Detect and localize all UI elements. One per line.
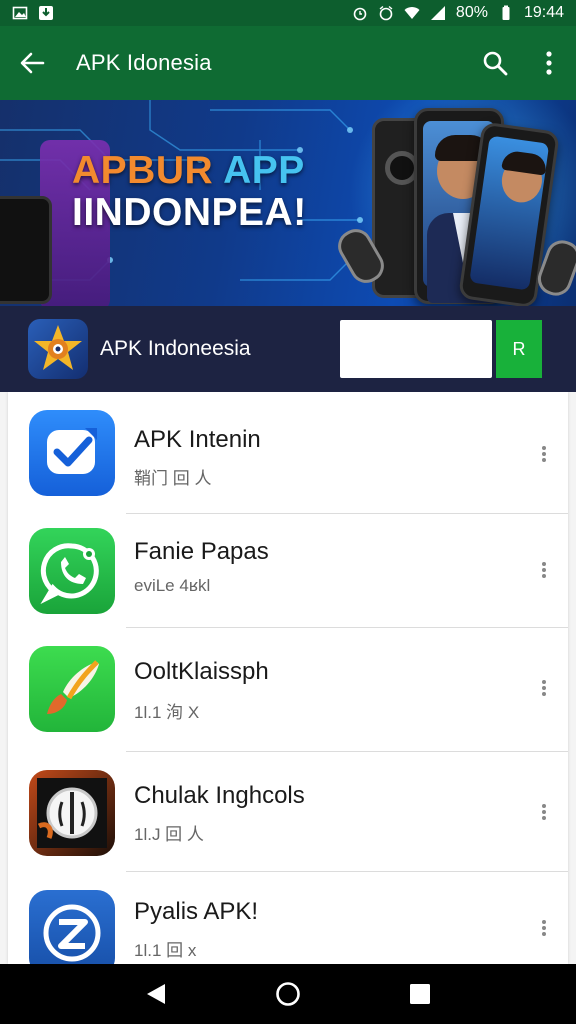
app-title: APK Idonesia (76, 50, 212, 75)
headline-line-1: APBUR APP (72, 150, 307, 192)
list-item[interactable]: Pyalis APK! 1l.1 回 x (8, 872, 568, 964)
app-bar: APK Idonesia (0, 26, 576, 100)
more-vert-icon (542, 562, 546, 578)
more-vert-icon (546, 51, 552, 75)
search-button[interactable] (468, 26, 522, 100)
alarm-icon (378, 5, 394, 21)
list-item[interactable]: Chulak Inghcols 1l.J 回 人 (8, 752, 568, 872)
app-name: APK Intenin (134, 426, 261, 453)
nav-back-button[interactable] (126, 964, 186, 1024)
banner-headline: APBUR APP IINDONPEA! (72, 150, 307, 234)
search-icon (483, 51, 508, 76)
signal-icon (430, 5, 446, 21)
brush-glyph (47, 660, 99, 714)
screen: 80% 19:44 APK Idonesia APBUR APP IINDONP… (0, 0, 576, 1024)
chat-phone-glyph (40, 543, 99, 604)
install-button[interactable]: R (496, 320, 542, 378)
item-more-button[interactable] (532, 668, 556, 708)
back-triangle-icon (147, 984, 165, 1004)
list-item[interactable]: Fanie Papas eviLe 4ʁkl (8, 514, 568, 628)
headline-word-1: APBUR (72, 149, 214, 192)
check-bubble-icon (29, 410, 115, 496)
clock: 19:44 (523, 4, 564, 21)
app-name: Chulak Inghcols (134, 782, 305, 809)
app-name: OoltKlaissph (134, 658, 269, 685)
home-circle-icon (276, 982, 300, 1006)
nav-recents-button[interactable] (390, 964, 450, 1024)
back-arrow-icon (20, 52, 45, 74)
brush-icon (29, 646, 115, 732)
target-icon (29, 770, 115, 856)
featured-input[interactable] (340, 320, 492, 378)
item-more-button[interactable] (532, 550, 556, 590)
battery-percent: 80% (455, 4, 488, 21)
item-more-button[interactable] (532, 792, 556, 832)
app-list: APK Intenin 鞘门 回 人 Fanie Papas eviLe 4ʁk… (0, 392, 576, 964)
wifi-icon (404, 5, 420, 21)
featured-app-strip: APK Indoneesia R (0, 306, 576, 392)
nav-home-button[interactable] (258, 964, 318, 1024)
featured-app-name: APK Indoneesia (100, 337, 251, 360)
app-subtitle: 1l.J 回 人 (134, 825, 204, 844)
headline-line-2: IINDONPEA! (72, 191, 307, 234)
status-right: 80% 19:44 (352, 4, 564, 22)
more-vert-icon (542, 680, 546, 696)
more-vert-icon (542, 446, 546, 462)
app-subtitle: eviLe 4ʁkl (134, 576, 211, 595)
battery-icon (498, 5, 514, 21)
image-icon (12, 5, 28, 21)
list-card: APK Intenin 鞘门 回 人 Fanie Papas eviLe 4ʁk… (8, 392, 568, 964)
more-vert-icon (542, 804, 546, 820)
app-subtitle: 1l.1 洵 X (134, 703, 200, 722)
recents-square-icon (410, 984, 430, 1004)
alarm-icon (352, 5, 368, 21)
featured-app-icon[interactable] (28, 319, 88, 379)
status-bar: 80% 19:44 (0, 0, 576, 26)
chat-phone-icon (29, 528, 115, 614)
headline-word-2: APP (223, 149, 305, 192)
back-button[interactable] (0, 26, 64, 100)
more-options-button[interactable] (522, 26, 576, 100)
check-bubble-glyph (47, 428, 97, 474)
item-more-button[interactable] (532, 908, 556, 948)
phone-screen-right (469, 135, 550, 291)
banner-phone-left (0, 196, 52, 304)
promo-banner[interactable]: APBUR APP IINDONPEA! (0, 100, 576, 306)
app-name: Fanie Papas (134, 538, 269, 565)
z-logo-glyph (43, 904, 101, 962)
list-item[interactable]: OoltKlaissph 1l.1 洵 X (8, 628, 568, 752)
star-logo-icon (34, 325, 82, 370)
item-more-button[interactable] (532, 434, 556, 474)
more-vert-icon (542, 920, 546, 936)
download-icon (38, 5, 54, 21)
status-left (12, 5, 54, 21)
app-name: Pyalis APK! (134, 898, 259, 925)
app-subtitle: 1l.1 回 x (134, 941, 197, 960)
target-glyph (37, 778, 107, 848)
list-item[interactable]: APK Intenin 鞘门 回 人 (8, 392, 568, 514)
z-logo-icon (29, 890, 115, 964)
system-nav-bar (0, 964, 576, 1024)
app-subtitle: 鞘门 回 人 (134, 469, 212, 488)
